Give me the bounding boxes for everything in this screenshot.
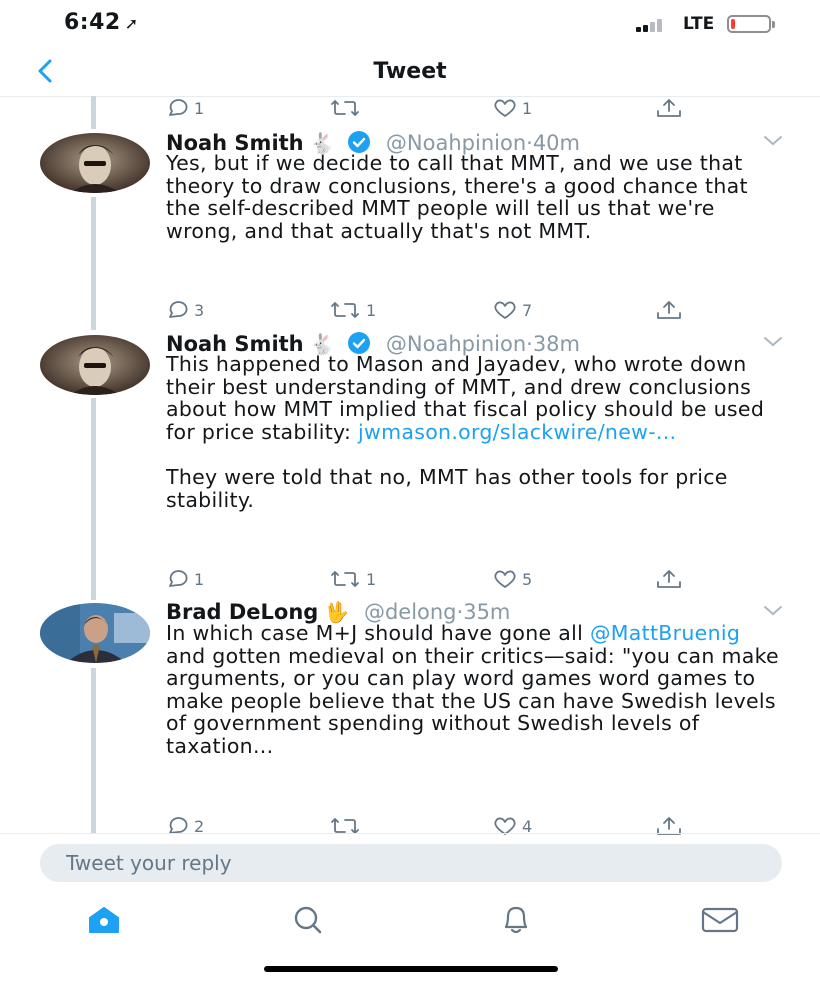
battery-icon xyxy=(727,15,775,33)
retweet-count: 1 xyxy=(366,569,377,589)
reply-count: 1 xyxy=(194,569,205,589)
tab-bar xyxy=(0,895,820,945)
heart-icon xyxy=(494,99,516,117)
nav-bar: Tweet xyxy=(0,48,820,97)
status-bar: 6:42 ➚ LTE xyxy=(0,0,820,48)
thread-line xyxy=(91,668,96,833)
tweet-text-part: and gotten medieval on their critics—sai… xyxy=(166,643,779,758)
location-arrow-icon: ➚ xyxy=(124,14,139,33)
chevron-down-icon[interactable] xyxy=(762,335,784,349)
share-button[interactable] xyxy=(654,566,684,592)
share-button[interactable] xyxy=(654,95,684,121)
mention-link[interactable]: @MattBruenig xyxy=(590,621,740,645)
share-button[interactable] xyxy=(654,297,684,323)
tweet-actions: 1 1 5 xyxy=(0,566,820,592)
retweet-icon xyxy=(331,100,359,116)
reply-icon xyxy=(169,570,188,587)
reply-button[interactable]: 1 xyxy=(166,566,204,592)
chevron-down-icon[interactable] xyxy=(762,604,784,618)
share-icon xyxy=(657,301,681,319)
like-button[interactable]: 7 xyxy=(492,297,532,323)
like-button[interactable]: 5 xyxy=(492,566,532,592)
share-icon xyxy=(657,570,681,588)
tweet-actions: 3 1 7 xyxy=(0,297,820,323)
home-icon[interactable] xyxy=(84,903,124,937)
reply-icon xyxy=(169,99,188,116)
avatar[interactable] xyxy=(40,335,150,395)
tweet-text-part: In which case M+J should have gone all xyxy=(166,621,590,645)
reply-input[interactable] xyxy=(40,844,782,882)
home-indicator xyxy=(264,966,558,972)
heart-icon xyxy=(494,301,516,319)
reply-button[interactable]: 3 xyxy=(166,297,204,323)
retweet-icon xyxy=(331,302,359,318)
like-count: 7 xyxy=(522,300,533,320)
reply-count: 3 xyxy=(194,300,205,320)
search-icon[interactable] xyxy=(288,903,328,937)
reply-button[interactable]: 1 xyxy=(166,95,204,121)
reply-icon xyxy=(169,301,188,318)
retweet-button[interactable] xyxy=(328,95,366,121)
reply-count: 1 xyxy=(194,98,205,118)
tweet-text: Yes, but if we decide to call that MMT, … xyxy=(166,151,748,243)
retweet-count: 1 xyxy=(366,300,377,320)
status-time: 6:42 ➚ xyxy=(64,10,139,35)
like-count: 5 xyxy=(522,569,533,589)
share-icon xyxy=(657,99,681,117)
retweet-button[interactable]: 1 xyxy=(328,297,376,323)
network-type: LTE xyxy=(683,14,715,34)
retweet-button[interactable]: 1 xyxy=(328,566,376,592)
chevron-down-icon[interactable] xyxy=(762,134,784,148)
like-count: 1 xyxy=(522,98,533,118)
heart-icon xyxy=(494,570,516,588)
retweet-icon xyxy=(331,571,359,587)
notifications-icon[interactable] xyxy=(496,903,536,937)
avatar[interactable] xyxy=(40,133,150,193)
avatar[interactable] xyxy=(40,603,150,663)
tweet-text-part: They were told that no, MMT has other to… xyxy=(166,464,728,512)
tweet-actions: 1 1 xyxy=(0,95,820,121)
page-title: Tweet xyxy=(373,59,447,84)
tweet-text: In which case M+J should have gone all @… xyxy=(166,622,786,758)
tweet-link[interactable]: jwmason.org/slackwire/new-... xyxy=(358,420,676,444)
like-button[interactable]: 1 xyxy=(492,95,532,121)
reply-bar xyxy=(0,833,820,896)
tweet-text: This happened to Mason and Jayadev, who … xyxy=(166,353,786,511)
messages-icon[interactable] xyxy=(700,903,740,937)
